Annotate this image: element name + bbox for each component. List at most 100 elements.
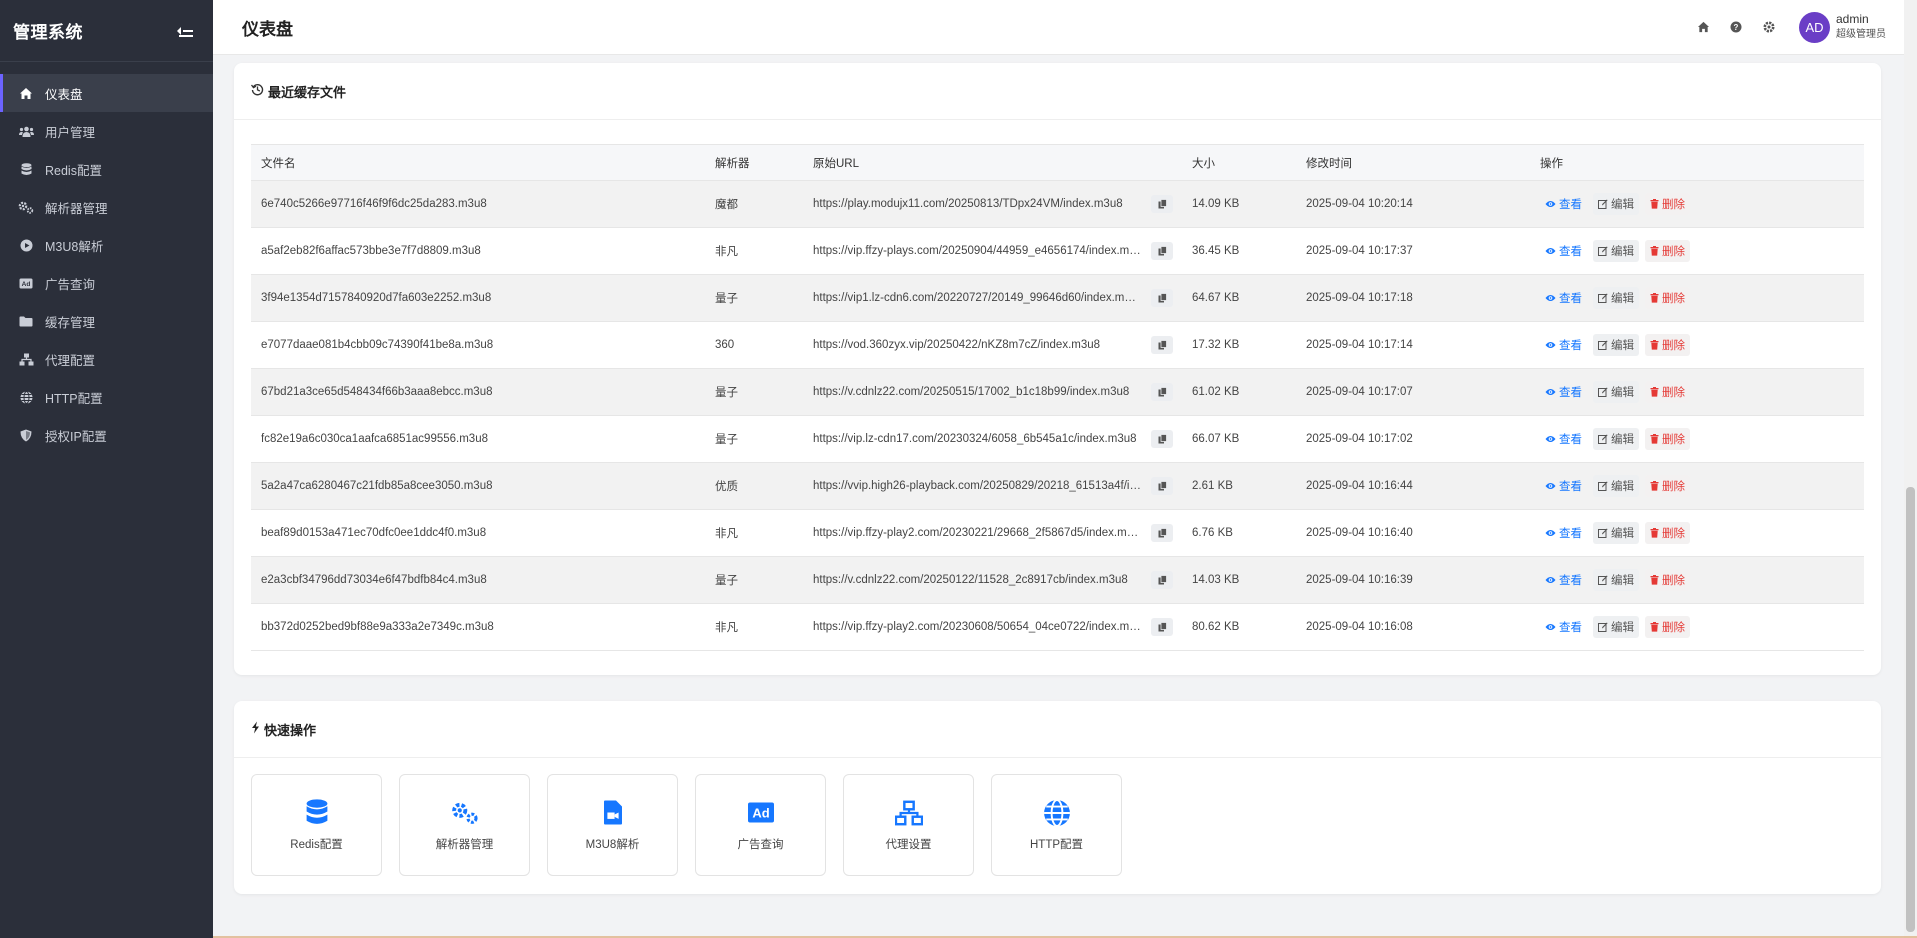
copy-url-button[interactable] (1151, 430, 1173, 448)
scrollbar-thumb[interactable] (1906, 487, 1915, 932)
delete-button[interactable]: 删除 (1645, 240, 1690, 262)
copy-url-button[interactable] (1151, 336, 1173, 354)
view-button[interactable]: 查看 (1540, 475, 1587, 497)
trash-icon (1650, 246, 1659, 256)
collapse-menu-icon[interactable] (177, 24, 193, 38)
avatar[interactable]: AD (1799, 11, 1830, 43)
user-info[interactable]: admin 超级管理员 (1836, 11, 1886, 43)
quick-proxy-button[interactable]: 代理设置 (843, 774, 974, 876)
video-file-icon (599, 799, 627, 827)
database-icon (303, 799, 331, 827)
sidebar: 管理系统 仪表盘 用户管理 Redis配置 解析器管理 M3U8解析 Ad 广告… (0, 0, 213, 938)
copy-icon (1158, 528, 1167, 538)
url-cell: https://vvip.high26-playback.com/2025082… (809, 477, 1189, 495)
copy-url-button[interactable] (1151, 289, 1173, 307)
edit-button[interactable]: 编辑 (1593, 522, 1639, 544)
copy-url-button[interactable] (1151, 571, 1173, 589)
copy-url-button[interactable] (1151, 618, 1173, 636)
view-label: 查看 (1559, 387, 1582, 399)
edit-button[interactable]: 编辑 (1593, 287, 1639, 309)
delete-button[interactable]: 删除 (1645, 475, 1690, 497)
edit-button[interactable]: 编辑 (1593, 475, 1639, 497)
trash-icon (1650, 481, 1659, 491)
view-button[interactable]: 查看 (1540, 240, 1587, 262)
sidebar-item-http[interactable]: HTTP配置 (0, 378, 213, 416)
sidebar-item-auth-ip[interactable]: 授权IP配置 (0, 416, 213, 454)
users-icon (18, 124, 34, 138)
gear-icon[interactable] (1762, 20, 1776, 34)
edit-icon (1598, 528, 1608, 538)
delete-button[interactable]: 删除 (1645, 428, 1690, 450)
size-cell: 64.67 KB (1192, 292, 1240, 304)
quick-ads-button[interactable]: Ad 广告查询 (695, 774, 826, 876)
help-icon[interactable]: ? (1729, 20, 1743, 34)
quick-item-label: 代理设置 (885, 838, 932, 851)
view-button[interactable]: 查看 (1540, 428, 1587, 450)
edit-button[interactable]: 编辑 (1593, 240, 1639, 262)
delete-button[interactable]: 删除 (1645, 334, 1690, 356)
edit-button[interactable]: 编辑 (1593, 616, 1639, 638)
view-button[interactable]: 查看 (1540, 522, 1587, 544)
modified-time-cell: 2025-09-04 10:16:39 (1306, 574, 1413, 586)
edit-button[interactable]: 编辑 (1593, 334, 1639, 356)
view-label: 查看 (1559, 293, 1582, 305)
delete-button[interactable]: 删除 (1645, 381, 1690, 403)
delete-button[interactable]: 删除 (1645, 522, 1690, 544)
size-cell: 66.07 KB (1192, 433, 1240, 445)
sidebar-item-cache[interactable]: 缓存管理 (0, 302, 213, 340)
view-button[interactable]: 查看 (1540, 287, 1587, 309)
sidebar-item-label: 用户管理 (45, 125, 96, 140)
quick-http-button[interactable]: HTTP配置 (991, 774, 1122, 876)
shield-icon (18, 428, 34, 442)
view-button[interactable]: 查看 (1540, 616, 1587, 638)
copy-url-button[interactable] (1151, 383, 1173, 401)
copy-url-button[interactable] (1151, 477, 1173, 495)
edit-button[interactable]: 编辑 (1593, 193, 1639, 215)
file-name-cell: 3f94e1354d7157840920d7fa603e2252.m3u8 (261, 292, 492, 304)
quick-m3u8-button[interactable]: M3U8解析 (547, 774, 678, 876)
view-button[interactable]: 查看 (1540, 569, 1587, 591)
sidebar-item-label: 缓存管理 (45, 315, 96, 330)
sidebar-item-dashboard[interactable]: 仪表盘 (0, 74, 213, 112)
delete-label: 删除 (1662, 340, 1685, 352)
delete-button[interactable]: 删除 (1645, 616, 1690, 638)
edit-button[interactable]: 编辑 (1593, 569, 1639, 591)
sidebar-item-label: 仪表盘 (45, 87, 83, 102)
ad-icon: Ad (747, 799, 775, 827)
svg-text:Ad: Ad (752, 806, 769, 821)
eye-icon (1545, 388, 1556, 396)
size-cell: 14.03 KB (1192, 574, 1240, 586)
view-button[interactable]: 查看 (1540, 193, 1587, 215)
edit-label: 编辑 (1611, 340, 1634, 352)
copy-url-button[interactable] (1151, 195, 1173, 213)
sidebar-item-redis[interactable]: Redis配置 (0, 150, 213, 188)
sidebar-item-m3u8[interactable]: M3U8解析 (0, 226, 213, 264)
sidebar-item-proxy[interactable]: 代理配置 (0, 340, 213, 378)
quick-item-label: Redis配置 (290, 838, 343, 851)
edit-button[interactable]: 编辑 (1593, 428, 1639, 450)
view-button[interactable]: 查看 (1540, 381, 1587, 403)
app-title: 管理系统 (13, 23, 83, 42)
page-scrollbar[interactable] (1904, 0, 1917, 938)
eye-icon (1545, 200, 1556, 208)
parser-cell: 非凡 (715, 528, 738, 540)
sidebar-item-users[interactable]: 用户管理 (0, 112, 213, 150)
quick-redis-button[interactable]: Redis配置 (251, 774, 382, 876)
parser-cell: 量子 (715, 434, 738, 446)
edit-button[interactable]: 编辑 (1593, 381, 1639, 403)
delete-button[interactable]: 删除 (1645, 287, 1690, 309)
delete-button[interactable]: 删除 (1645, 193, 1690, 215)
quick-parsers-button[interactable]: 解析器管理 (399, 774, 530, 876)
user-role: 超级管理员 (1836, 29, 1886, 40)
sidebar-item-ads[interactable]: Ad 广告查询 (0, 264, 213, 302)
delete-button[interactable]: 删除 (1645, 569, 1690, 591)
home-icon[interactable] (1696, 20, 1710, 34)
size-cell: 6.76 KB (1192, 527, 1233, 539)
edit-label: 编辑 (1611, 434, 1634, 446)
view-button[interactable]: 查看 (1540, 334, 1587, 356)
recent-files-title: 最近缓存文件 (268, 84, 347, 100)
sidebar-item-parsers[interactable]: 解析器管理 (0, 188, 213, 226)
copy-url-button[interactable] (1151, 242, 1173, 260)
copy-url-button[interactable] (1151, 524, 1173, 542)
table-row: e7077daae081b4cbb09c74390f41be8a.m3u8 360… (251, 322, 1864, 369)
